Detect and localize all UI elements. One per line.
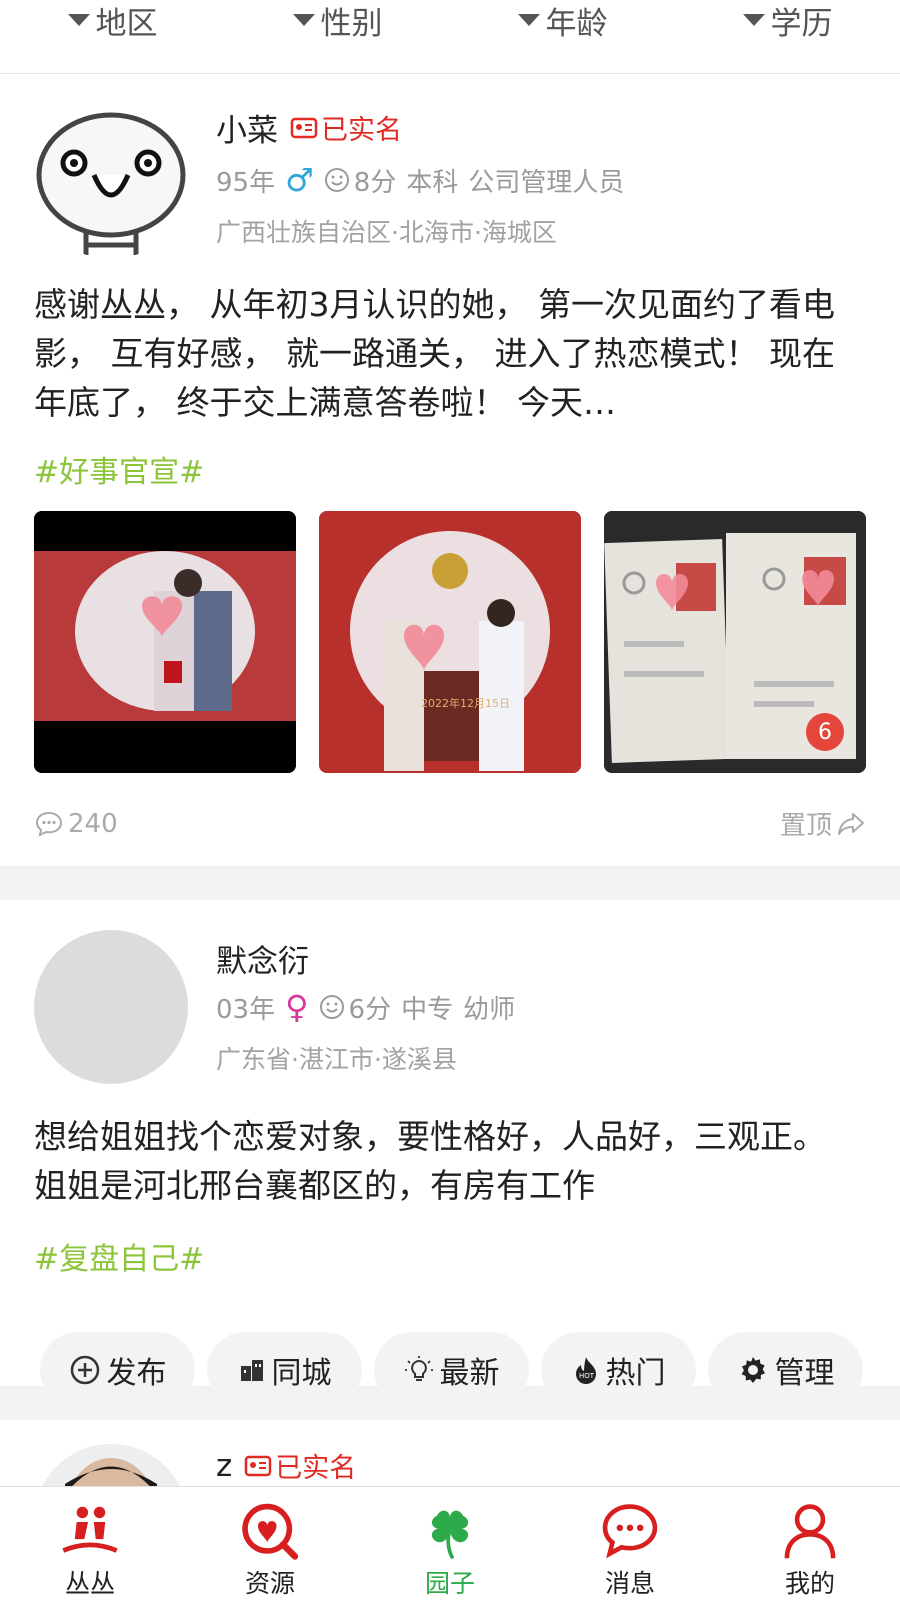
hot-button[interactable]: HOT 热门 (541, 1332, 696, 1408)
same-city-button[interactable]: 同城 (207, 1332, 362, 1408)
photo-thumbnail[interactable]: 2022年12月15日 (319, 511, 581, 773)
latest-button[interactable]: 最新 (374, 1332, 529, 1408)
nav-mine-label: 我的 (784, 1569, 835, 1598)
chat-bubble-icon (602, 1504, 658, 1559)
post-card[interactable]: z 已实名 (0, 1420, 900, 1486)
same-city-label: 同城 (271, 1356, 332, 1391)
id-card-icon (245, 1455, 272, 1476)
filter-age-label: 年龄 (545, 5, 608, 42)
score: 6分 (319, 989, 392, 1026)
clover-icon (431, 1510, 469, 1560)
gear-icon (741, 1357, 765, 1383)
photo-grid: 2022年12月15日 6 (34, 511, 866, 773)
nav-mine[interactable]: 我的 (720, 1487, 900, 1600)
verified-badge: 已实名 (290, 108, 402, 147)
city-icon (240, 1360, 263, 1381)
verified-label: 已实名 (275, 1453, 357, 1484)
comment-icon (35, 811, 63, 837)
dropdown-triangle-icon (292, 14, 315, 26)
person-icon (784, 1504, 836, 1559)
dropdown-triangle-icon (67, 14, 90, 26)
avatar[interactable] (34, 930, 188, 1084)
job: 幼师 (463, 994, 516, 1025)
score-value: 8分 (353, 167, 397, 198)
action-pill-bar: 发布 同城 最新 HOT 热门 管理 (0, 1332, 900, 1408)
verified-label: 已实名 (321, 115, 402, 146)
post-content[interactable]: 想给姐姐找个恋爱对象，要性格好，人品好，三观正。 姐姐是河北邢台襄都区的，有房有… (34, 1112, 866, 1210)
topic-tag[interactable]: #好事官宣# (34, 447, 204, 491)
comment-count: 240 (68, 808, 118, 839)
post-card[interactable]: 默念衍 03年 ♀ 6分 中专 幼师 广东省·湛江市·遂溪县 想给姐姐找个恋爱对… (0, 900, 900, 1384)
filter-education[interactable]: 学历 (675, 0, 900, 42)
username[interactable]: 小菜 (216, 105, 278, 150)
heart-search-icon (242, 1503, 299, 1560)
username[interactable]: z (216, 1448, 232, 1484)
filter-bar: 地区 性别 年龄 学历 (0, 0, 900, 74)
fire-icon: HOT (575, 1357, 596, 1384)
publish-button[interactable]: 发布 (40, 1332, 195, 1408)
location: 广西壮族自治区·北海市·海城区 (216, 218, 557, 247)
filter-gender-label: 性别 (320, 5, 383, 42)
smile-icon (319, 995, 344, 1019)
post-content[interactable]: 感谢丛丛， 从年初3月认识的她， 第一次见面约了看电影， 互有好感， 就一路通关… (34, 280, 866, 427)
manage-button[interactable]: 管理 (708, 1332, 863, 1408)
filter-region-label: 地区 (95, 5, 158, 42)
avatar[interactable] (34, 1444, 188, 1486)
comment-button[interactable]: 240 (34, 809, 118, 839)
pin-label: 置顶 (779, 811, 832, 841)
topic-tag[interactable]: #复盘自己# (34, 1234, 204, 1278)
dropdown-triangle-icon (742, 14, 765, 26)
education: 中专 (401, 994, 454, 1025)
filter-education-label: 学历 (770, 5, 833, 42)
smile-icon (324, 168, 349, 192)
photo-thumbnail[interactable] (34, 511, 296, 773)
female-icon: ♀ (285, 988, 309, 1026)
nav-congcong-label: 丛丛 (64, 1569, 115, 1598)
id-card-icon (290, 117, 318, 138)
nav-garden-label: 园子 (424, 1569, 475, 1598)
male-icon: ♂ (285, 161, 314, 199)
nav-resources[interactable]: 资源 (180, 1487, 360, 1600)
photo-thumbnail[interactable]: 6 (604, 511, 866, 773)
nav-messages-label: 消息 (604, 1569, 655, 1598)
location: 广东省·湛江市·遂溪县 (216, 1045, 457, 1074)
post-card[interactable]: 小菜 已实名 95年 ♂ 8分 本科 公司管理人员 广西壮族自治区·北海市·海城… (0, 75, 900, 865)
photo-date: 2022年12月15日 (421, 696, 510, 710)
score: 8分 (324, 162, 397, 199)
dropdown-triangle-icon (517, 14, 540, 26)
manage-label: 管理 (774, 1356, 835, 1391)
plus-circle-icon (70, 1355, 99, 1385)
nav-resources-label: 资源 (244, 1569, 295, 1598)
nav-garden[interactable]: 园子 (360, 1487, 540, 1600)
username[interactable]: 默念衍 (216, 936, 309, 981)
latest-label: 最新 (439, 1356, 500, 1391)
couple-icon (62, 1506, 118, 1553)
nav-messages[interactable]: 消息 (540, 1487, 720, 1600)
education: 本科 (406, 167, 459, 198)
birth-year: 03年 (216, 994, 276, 1025)
filter-age[interactable]: 年龄 (450, 0, 675, 42)
nav-congcong[interactable]: 丛丛 (0, 1487, 180, 1600)
job: 公司管理人员 (468, 167, 625, 198)
share-icon (838, 812, 864, 835)
post-separator (0, 866, 900, 900)
avatar[interactable] (34, 105, 188, 259)
bottom-nav: 丛丛 资源 园子 消息 我的 (0, 1486, 900, 1600)
publish-label: 发布 (106, 1356, 167, 1391)
pin-share-button[interactable]: 置顶 (780, 805, 866, 842)
hot-label: 热门 (605, 1356, 666, 1391)
svg-text:HOT: HOT (579, 1372, 595, 1380)
verified-badge: 已实名 (244, 1446, 356, 1485)
score-value: 6分 (348, 994, 392, 1025)
photo-count-badge: 6 (806, 713, 844, 751)
birth-year: 95年 (216, 167, 276, 198)
bulb-icon (404, 1356, 433, 1381)
filter-gender[interactable]: 性别 (225, 0, 450, 42)
filter-region[interactable]: 地区 (0, 0, 225, 42)
